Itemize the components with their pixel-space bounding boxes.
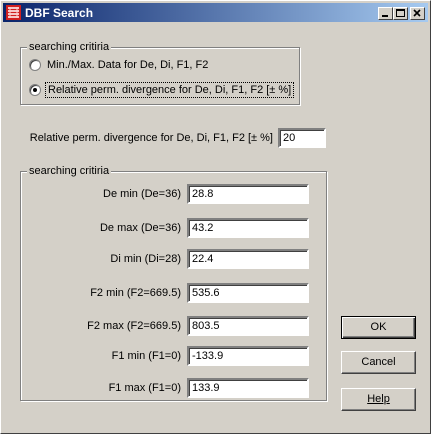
- ok-button[interactable]: OK: [341, 316, 416, 339]
- cancel-button[interactable]: Cancel: [341, 351, 416, 374]
- di-min-input[interactable]: [187, 249, 309, 269]
- f1-min-input[interactable]: [187, 346, 309, 366]
- close-button[interactable]: [410, 7, 425, 20]
- divergence-input[interactable]: [278, 128, 326, 148]
- group-legend: searching critiria: [27, 165, 112, 177]
- group-legend: searching critiria: [27, 41, 112, 53]
- radio-divergence-button[interactable]: [29, 84, 41, 96]
- f2-min-input[interactable]: [187, 283, 309, 303]
- f2-max-input[interactable]: [187, 316, 309, 336]
- radio-minmax-label: Min./Max. Data for De, Di, F1, F2: [47, 59, 209, 71]
- maximize-icon: [396, 9, 405, 17]
- radio-minmax[interactable]: Min./Max. Data for De, Di, F1, F2: [29, 57, 208, 73]
- maximize-button[interactable]: [393, 7, 408, 20]
- radio-minmax-button[interactable]: [29, 59, 41, 71]
- de-max-input[interactable]: [187, 218, 309, 238]
- f1-min-label: F1 min (F1=0): [111, 350, 181, 362]
- de-min-input[interactable]: [187, 184, 309, 204]
- minimize-icon: [382, 15, 388, 17]
- radio-divergence[interactable]: Relative perm. divergence for De, Di, F1…: [29, 82, 295, 98]
- window-title: DBF Search: [25, 6, 94, 20]
- radio-divergence-label: Relative perm. divergence for De, Di, F1…: [44, 82, 295, 98]
- de-min-label: De min (De=36): [103, 188, 181, 200]
- dialog-window: DBF Search searching critiria Min./Max. …: [0, 0, 431, 434]
- f2-min-label: F2 min (F2=669.5): [90, 287, 181, 299]
- help-button[interactable]: Help: [341, 388, 416, 411]
- close-icon: [413, 9, 421, 17]
- title-bar[interactable]: DBF Search: [3, 3, 428, 22]
- f1-max-input[interactable]: [187, 378, 309, 398]
- minimize-button[interactable]: [378, 7, 393, 20]
- app-icon: [6, 5, 21, 20]
- divergence-label: Relative perm. divergence for De, Di, F1…: [29, 132, 273, 144]
- de-max-label: De max (De=36): [99, 222, 181, 234]
- f2-max-label: F2 max (F2=669.5): [87, 320, 181, 332]
- f1-max-label: F1 max (F1=0): [108, 382, 181, 394]
- search-mode-group: searching critiria Min./Max. Data for De…: [20, 41, 300, 105]
- di-min-label: Di min (Di=28): [110, 253, 181, 265]
